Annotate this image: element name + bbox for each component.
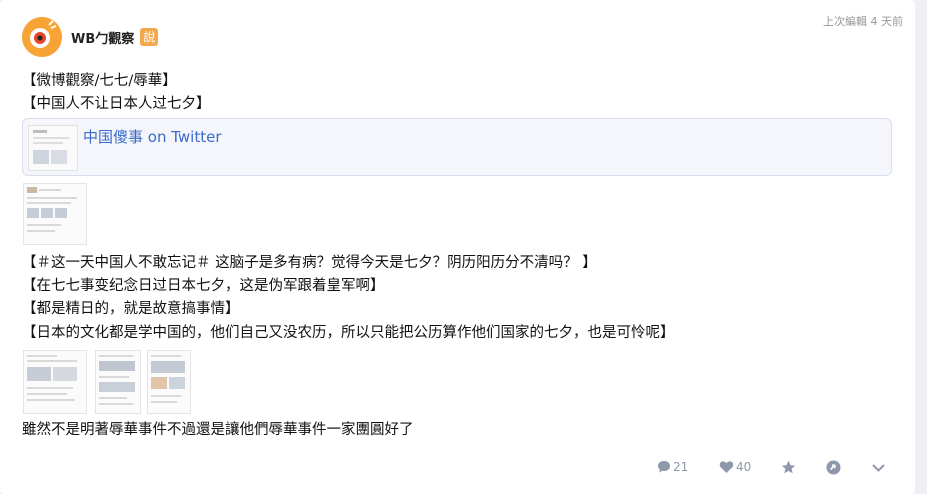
post-text-line: 【都是精日的，就是故意搞事情】 <box>22 301 240 317</box>
share-button[interactable] <box>826 460 841 475</box>
post-text-line: 【在七七事变纪念日过日本七夕，这是伪军跟着皇军啊】 <box>22 278 385 294</box>
category-badge[interactable]: 說 <box>140 28 159 46</box>
star-icon <box>781 460 796 474</box>
heart-icon <box>719 461 734 473</box>
more-options-button[interactable] <box>871 460 886 475</box>
comment-icon <box>658 461 670 473</box>
avatar[interactable] <box>22 17 62 57</box>
chevron-down-icon <box>872 464 885 472</box>
comment-button[interactable]: 21 <box>657 460 688 474</box>
weibo-eye-icon <box>22 17 62 57</box>
post-text-line: 【中国人不让日本人过七夕】 <box>22 96 211 112</box>
post-text-line: 【＃这一天中国人不敢忘记＃ 这脑子是多有病？觉得今天是七夕？阴历阳历分不清吗？ … <box>22 255 597 271</box>
post-card: WB勹觀察 說 上次編輯 4 天前 【微博觀察/七七/辱華】 【中国人不让日本人… <box>0 0 915 494</box>
like-button[interactable]: 40 <box>719 460 751 474</box>
post-text-line: 【微博觀察/七七/辱華】 <box>22 73 177 89</box>
post-text-line: 雖然不是明著辱華事件不過還是讓他們辱華事件一家團圓好了 <box>22 422 414 438</box>
screenshot-image[interactable] <box>23 183 87 245</box>
link-preview-title[interactable]: 中国傻事 on Twitter <box>83 126 222 147</box>
comment-count: 21 <box>673 460 689 474</box>
link-preview-thumbnail <box>28 125 78 171</box>
edited-timestamp[interactable]: 上次編輯 4 天前 <box>823 13 903 29</box>
screenshot-image[interactable] <box>147 350 191 414</box>
twitter-link-preview[interactable]: 中国傻事 on Twitter <box>22 118 892 176</box>
screenshot-image[interactable] <box>23 350 87 414</box>
author-name[interactable]: WB勹觀察 <box>71 28 134 47</box>
screenshot-image[interactable] <box>95 350 141 414</box>
share-icon <box>826 460 841 475</box>
post-text-line: 【日本的文化都是学中国的，他们自己又没农历，所以只能把公历算作他们国家的七夕，也… <box>22 325 675 341</box>
post-header: WB勹觀察 說 <box>22 15 159 59</box>
bookmark-button[interactable] <box>781 460 796 475</box>
like-count: 40 <box>736 460 752 474</box>
